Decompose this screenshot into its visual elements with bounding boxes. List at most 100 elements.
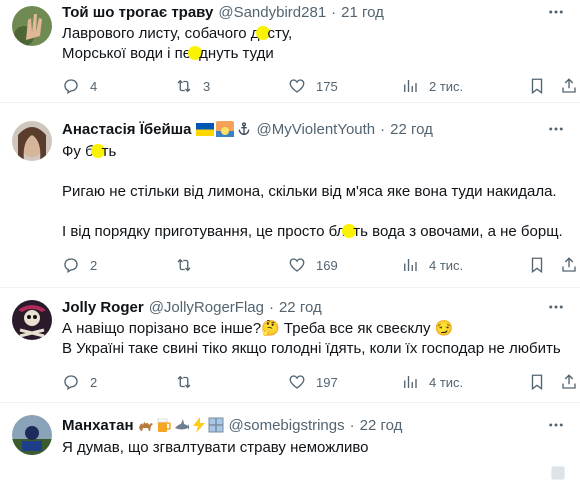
like-icon (289, 79, 305, 93)
tweet-text: Морської води і пе днуть туди (62, 45, 274, 62)
more-icon[interactable] (546, 119, 566, 139)
share-button[interactable] (560, 255, 578, 275)
reply-icon (64, 258, 78, 274)
timestamp[interactable]: 22 год (390, 121, 433, 138)
views-count: 4 тис. (429, 257, 464, 273)
reply-icon (64, 375, 78, 391)
anchor-icon (238, 122, 249, 135)
share-icon (562, 257, 576, 272)
camel-icon (138, 422, 153, 431)
share-button[interactable] (560, 76, 578, 96)
handle[interactable]: @JollyRogerFlag (149, 299, 264, 316)
avatar[interactable] (12, 300, 52, 340)
like-count: 175 (316, 78, 338, 94)
display-name[interactable]: Анастасія Їбейша (62, 121, 192, 138)
share-icon (562, 374, 576, 389)
ukraine-flag-icon (195, 122, 214, 136)
views-count: 4 тис. (429, 374, 464, 390)
timestamp[interactable]: 22 год (279, 299, 322, 316)
avatar[interactable] (12, 415, 52, 455)
more-icon[interactable] (546, 297, 566, 317)
bookmark-icon (531, 374, 543, 391)
retweet-button[interactable]: 3 (175, 76, 210, 96)
tweet-text: Фу б ть (62, 143, 117, 160)
censor-blot (256, 26, 271, 40)
reply-button[interactable]: 2 (62, 255, 97, 275)
display-name[interactable]: Манхатан (62, 417, 134, 434)
censor-blot (188, 46, 203, 60)
retweet-button[interactable] (175, 372, 203, 392)
like-button[interactable]: 169 (288, 255, 338, 275)
more-icon[interactable] (546, 415, 566, 435)
tweet[interactable]: Той шо трогає траву @Sandybird281 · 21 г… (0, 0, 580, 103)
reply-button[interactable]: 4 (62, 76, 97, 96)
tweet-actions: 4 3 175 2 тис. (62, 76, 578, 96)
bookmark-button[interactable] (528, 372, 546, 392)
views-button[interactable]: 4 тис. (401, 255, 463, 275)
tweet-actions: 2 197 4 тис. (62, 372, 578, 392)
separator: · (349, 416, 355, 434)
bookmark-button[interactable] (528, 255, 546, 275)
beer-icon (157, 418, 171, 432)
share-button[interactable] (560, 372, 578, 392)
tweet-text: Я думав, що згвалтувати страву неможливо (62, 439, 369, 456)
retweet-icon (177, 258, 191, 272)
views-button[interactable]: 2 тис. (401, 76, 463, 96)
tweet-text: А навіщо порізано все інше?🤔 Треба все я… (62, 320, 454, 337)
shark-icon (174, 419, 189, 430)
like-icon (289, 375, 305, 389)
views-icon (404, 80, 417, 92)
tweet-text: В Україні таке свині тіко якщо голодні ї… (62, 340, 561, 357)
tweet-text (62, 202, 567, 222)
retweet-icon (177, 375, 191, 389)
tweet[interactable]: Jolly Roger @JollyRogerFlag · 22 год А н… (0, 288, 580, 403)
timestamp[interactable]: 22 год (360, 417, 403, 434)
reply-count: 4 (90, 78, 98, 94)
views-count: 2 тис. (429, 78, 464, 94)
share-icon (562, 78, 576, 93)
censor-blot (342, 224, 357, 238)
tweet-text: Ригаю не стільки від лимона, скільки від… (62, 183, 557, 200)
display-name[interactable]: Той шо трогає траву (62, 4, 213, 21)
censor-blot (90, 144, 105, 158)
like-button[interactable]: 175 (288, 76, 338, 96)
avatar[interactable] (12, 6, 52, 46)
tweet-text (62, 162, 567, 182)
avatar[interactable] (12, 121, 52, 161)
views-icon (404, 376, 417, 388)
views-icon (404, 259, 417, 271)
tweet-actions: 2 169 4 тис. (62, 255, 578, 275)
tweet-text: Лаврового листу, собачого д сту, (62, 25, 293, 42)
separator: · (268, 298, 274, 316)
bookmark-icon (531, 78, 543, 95)
tweet[interactable]: Манхатан @somebigstrings · 22 год Я дума… (0, 403, 580, 492)
retweet-button[interactable] (175, 255, 203, 275)
tweet[interactable]: Анастасія Їбейша @MyViolentYouth · 22 го… (0, 103, 580, 288)
display-name[interactable]: Jolly Roger (62, 299, 144, 316)
timestamp[interactable]: 21 год (341, 4, 384, 21)
more-icon[interactable] (546, 2, 566, 22)
tweet-text: І від порядку приготування, це просто бл… (62, 223, 563, 240)
watermark (550, 465, 566, 484)
like-button[interactable]: 197 (288, 372, 338, 392)
handle[interactable]: @Sandybird281 (218, 4, 326, 21)
bookmark-icon (531, 257, 543, 274)
separator: · (380, 120, 386, 138)
like-count: 169 (316, 257, 338, 273)
window-icon (208, 417, 224, 433)
reply-count: 2 (90, 257, 98, 273)
like-icon (289, 258, 305, 272)
lightning-icon (192, 417, 205, 433)
handle[interactable]: @MyViolentYouth (257, 121, 376, 138)
separator: · (331, 3, 337, 21)
views-button[interactable]: 4 тис. (401, 372, 463, 392)
sunrise-icon (215, 121, 234, 137)
watermark-icon (551, 466, 565, 480)
retweet-icon (177, 79, 191, 93)
bookmark-button[interactable] (528, 76, 546, 96)
retweet-count: 3 (203, 78, 211, 94)
reply-button[interactable]: 2 (62, 372, 97, 392)
reply-icon (64, 79, 78, 95)
handle[interactable]: @somebigstrings (229, 417, 345, 434)
like-count: 197 (316, 374, 338, 390)
